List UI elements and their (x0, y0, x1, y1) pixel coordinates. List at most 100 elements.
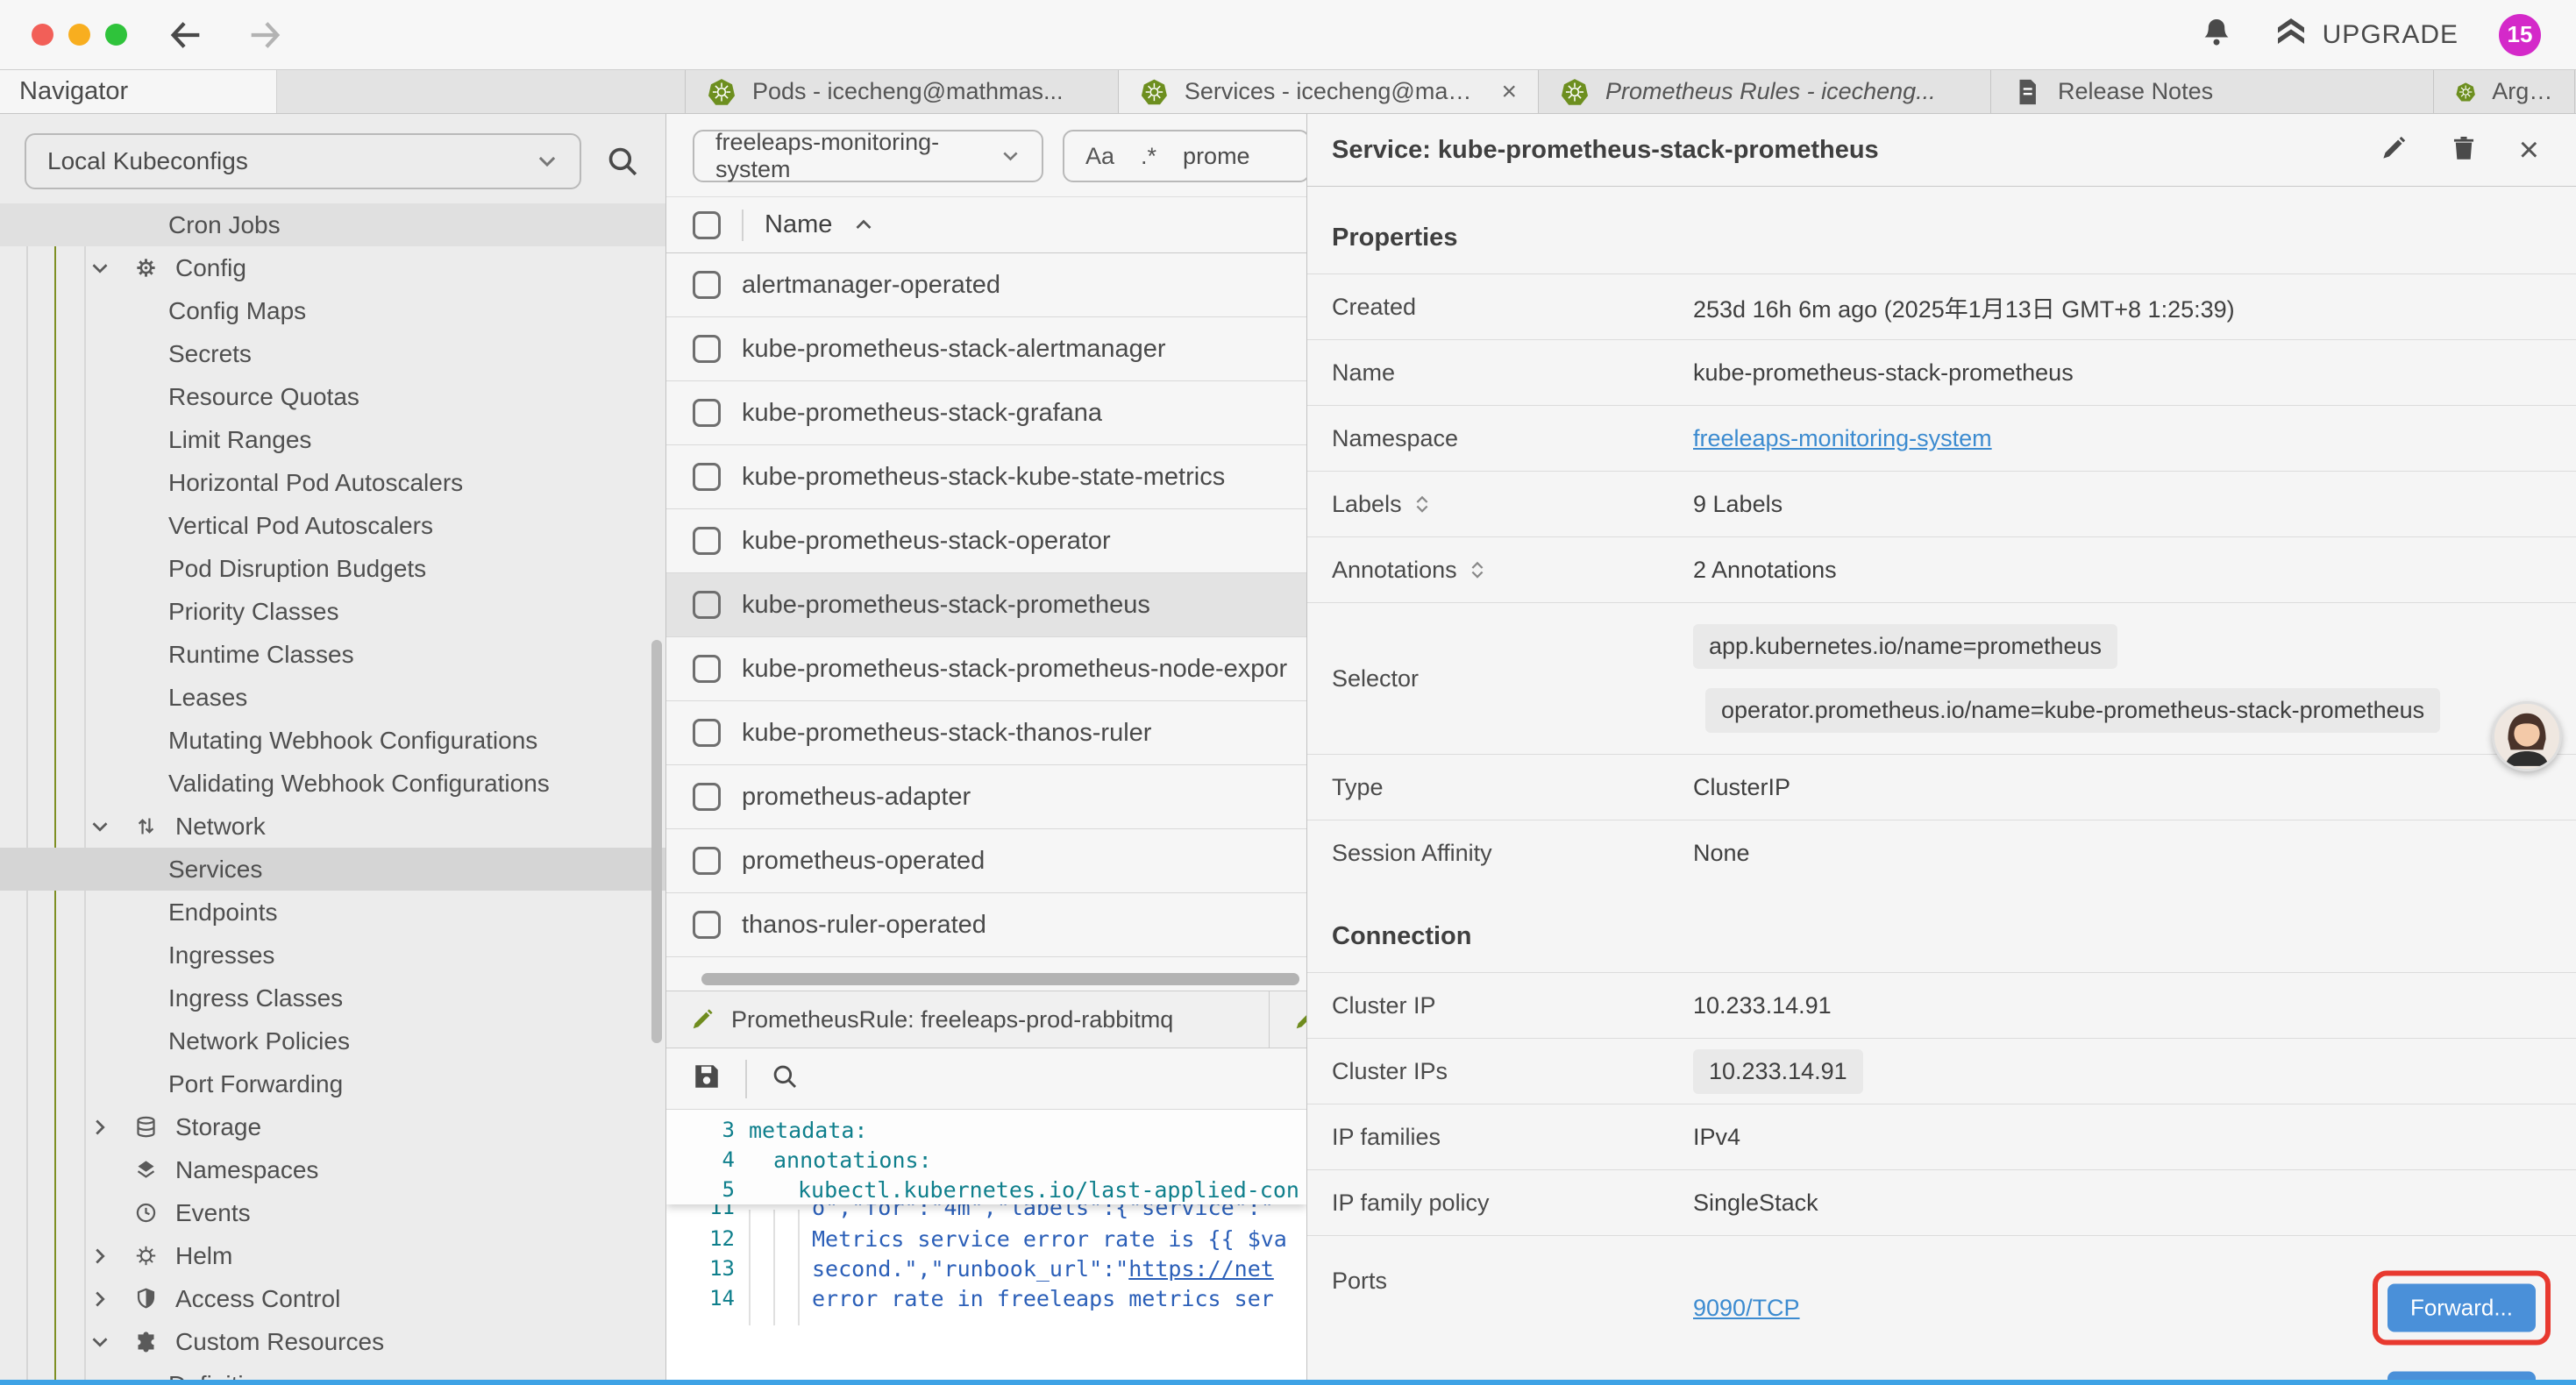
sort-toggle-icon[interactable] (1414, 494, 1430, 515)
sidebar-item-ingress-classes[interactable]: Ingress Classes (0, 977, 665, 1019)
table-row-kube-prometheus-stack-prometheus[interactable]: kube-prometheus-stack-prometheus (666, 573, 1306, 637)
sidebar-scrollbar[interactable] (651, 640, 662, 1043)
tab-navigator[interactable]: Navigator (0, 70, 277, 113)
sidebar-item-config[interactable]: Config (0, 246, 665, 289)
tab-pods-icecheng-mathmas[interactable]: Pods - icecheng@mathmas... (686, 70, 1119, 113)
editor-tab-prometheusrule[interactable]: PrometheusRule: freeleaps-prod-rabbitmq (666, 991, 1270, 1048)
namespace-select[interactable]: freeleaps-monitoring-system (693, 130, 1043, 182)
sidebar-item-network[interactable]: Network (0, 805, 665, 848)
sidebar-item-pod-disruption-budgets[interactable]: Pod Disruption Budgets (0, 547, 665, 590)
clock-icon (134, 1201, 158, 1225)
forward-port-button[interactable]: Forward... (2387, 1372, 2536, 1381)
edit-pencil-icon (689, 1006, 715, 1033)
tab-argo-se[interactable]: Argo Se (2434, 70, 2575, 113)
table-row-kube-prometheus-stack-kube-state-metrics[interactable]: kube-prometheus-stack-kube-state-metrics (666, 445, 1306, 509)
tab-label: Argo Se (2492, 78, 2553, 105)
table-row-prometheus-adapter[interactable]: prometheus-adapter (666, 765, 1306, 829)
save-icon[interactable] (691, 1061, 722, 1097)
table-row-kube-prometheus-stack-alertmanager[interactable]: kube-prometheus-stack-alertmanager (666, 317, 1306, 381)
sidebar-search-icon[interactable] (604, 143, 641, 180)
sidebar-item-runtime-classes[interactable]: Runtime Classes (0, 633, 665, 676)
sidebar-item-port-forwarding[interactable]: Port Forwarding (0, 1062, 665, 1105)
row-checkbox[interactable] (693, 271, 721, 299)
kubeconfig-select[interactable]: Local Kubeconfigs (25, 133, 581, 189)
sidebar-item-resource-quotas[interactable]: Resource Quotas (0, 375, 665, 418)
sort-toggle-icon[interactable] (1469, 560, 1485, 580)
upgrade-button[interactable]: UPGRADE (2274, 14, 2459, 56)
table-row-alertmanager-operated[interactable]: alertmanager-operated (666, 253, 1306, 317)
name-column-header[interactable]: Name (765, 210, 832, 239)
forward-arrow-icon[interactable] (245, 15, 285, 55)
row-checkbox[interactable] (693, 719, 721, 747)
table-row-thanos-ruler-operated[interactable]: thanos-ruler-operated (666, 893, 1306, 957)
row-checkbox[interactable] (693, 591, 721, 619)
forward-port-button[interactable]: Forward... (2387, 1284, 2536, 1332)
table-row-kube-prometheus-stack-operator[interactable]: kube-prometheus-stack-operator (666, 509, 1306, 573)
app-window: UPGRADE 15 Navigator Pods - icecheng@mat… (0, 0, 2576, 1385)
sidebar-item-network-policies[interactable]: Network Policies (0, 1019, 665, 1062)
runbook-url-link[interactable]: https://net (1128, 1256, 1274, 1282)
detail-header: Service: kube-prometheus-stack-prometheu… (1307, 114, 2576, 187)
tab-release-notes[interactable]: Release Notes (1991, 70, 2434, 113)
service-table: alertmanager-operatedkube-prometheus-sta… (666, 253, 1306, 957)
maximize-window-button[interactable] (105, 24, 127, 46)
row-checkbox[interactable] (693, 783, 721, 811)
sidebar-item-access-control[interactable]: Access Control (0, 1277, 665, 1320)
row-checkbox[interactable] (693, 463, 721, 491)
sidebar-item-custom-resources[interactable]: Custom Resources (0, 1320, 665, 1363)
minimize-window-button[interactable] (68, 24, 90, 46)
table-row-kube-prometheus-stack-grafana[interactable]: kube-prometheus-stack-grafana (666, 381, 1306, 445)
yaml-editor[interactable]: 3metadata:4annotations:5kubectl.kubernet… (666, 1110, 1306, 1380)
port-link-9090-tcp[interactable]: 9090/TCP (1693, 1295, 1800, 1322)
sidebar-item-helm[interactable]: Helm (0, 1234, 665, 1277)
sidebar-item-events[interactable]: Events (0, 1191, 665, 1234)
sidebar-item-limit-ranges[interactable]: Limit Ranges (0, 418, 665, 461)
editor-tab-next[interactable] (1270, 991, 1307, 1048)
sidebar-item-priority-classes[interactable]: Priority Classes (0, 590, 665, 633)
sidebar-item-mutating-webhook-configurations[interactable]: Mutating Webhook Configurations (0, 719, 665, 762)
sidebar-item-definitions[interactable]: Definitions (0, 1363, 665, 1380)
horizontal-scrollbar-thumb[interactable] (701, 973, 1299, 985)
back-arrow-icon[interactable] (166, 15, 206, 55)
delete-resource-icon[interactable] (2449, 133, 2479, 167)
tab-services-icecheng-math[interactable]: Services - icecheng@math...× (1119, 70, 1539, 113)
match-case-toggle[interactable]: Aa (1085, 143, 1114, 170)
sidebar-item-endpoints[interactable]: Endpoints (0, 891, 665, 934)
sidebar-item-ingresses[interactable]: Ingresses (0, 934, 665, 977)
resource-search-input[interactable]: Aa .* prome (1063, 130, 1307, 182)
sidebar-item-storage[interactable]: Storage (0, 1105, 665, 1148)
sidebar-item-namespaces[interactable]: Namespaces (0, 1148, 665, 1191)
sort-asc-icon[interactable] (853, 215, 874, 236)
tab-prometheus-rules-icecheng[interactable]: Prometheus Rules - icecheng... (1539, 70, 1991, 113)
sidebar-item-label: Events (175, 1199, 251, 1227)
sidebar-item-config-maps[interactable]: Config Maps (0, 289, 665, 332)
table-row-kube-prometheus-stack-prometheus-node-expor[interactable]: kube-prometheus-stack-prometheus-node-ex… (666, 637, 1306, 701)
regex-toggle[interactable]: .* (1141, 143, 1156, 170)
sidebar-item-leases[interactable]: Leases (0, 676, 665, 719)
row-checkbox[interactable] (693, 335, 721, 363)
notifications-bell-icon[interactable] (2200, 16, 2233, 53)
row-checkbox[interactable] (693, 399, 721, 427)
sidebar-item-secrets[interactable]: Secrets (0, 332, 665, 375)
notification-count-badge[interactable]: 15 (2499, 14, 2541, 56)
row-checkbox[interactable] (693, 847, 721, 875)
row-checkbox[interactable] (693, 911, 721, 939)
sidebar-item-cron-jobs[interactable]: Cron Jobs (0, 203, 665, 246)
close-detail-icon[interactable]: × (2519, 132, 2539, 167)
assistant-avatar[interactable] (2492, 701, 2562, 771)
freeleaps-monitoring-system-link[interactable]: freeleaps-monitoring-system (1693, 425, 1992, 452)
sidebar-item-horizontal-pod-autoscalers[interactable]: Horizontal Pod Autoscalers (0, 461, 665, 504)
edit-resource-icon[interactable] (2379, 133, 2409, 167)
select-all-checkbox[interactable] (693, 211, 721, 239)
sidebar-item-vertical-pod-autoscalers[interactable]: Vertical Pod Autoscalers (0, 504, 665, 547)
close-window-button[interactable] (32, 24, 53, 46)
editor-search-icon[interactable] (770, 1062, 800, 1096)
table-row-prometheus-operated[interactable]: prometheus-operated (666, 829, 1306, 893)
close-tab-icon[interactable]: × (1501, 77, 1517, 107)
sidebar-item-validating-webhook-configurations[interactable]: Validating Webhook Configurations (0, 762, 665, 805)
row-checkbox[interactable] (693, 655, 721, 683)
sidebar-item-services[interactable]: Services (0, 848, 665, 891)
row-checkbox[interactable] (693, 527, 721, 555)
property-row-ports: Ports9090/TCPForward...8080:reloader-web… (1307, 1235, 2576, 1380)
table-row-kube-prometheus-stack-thanos-ruler[interactable]: kube-prometheus-stack-thanos-ruler (666, 701, 1306, 765)
